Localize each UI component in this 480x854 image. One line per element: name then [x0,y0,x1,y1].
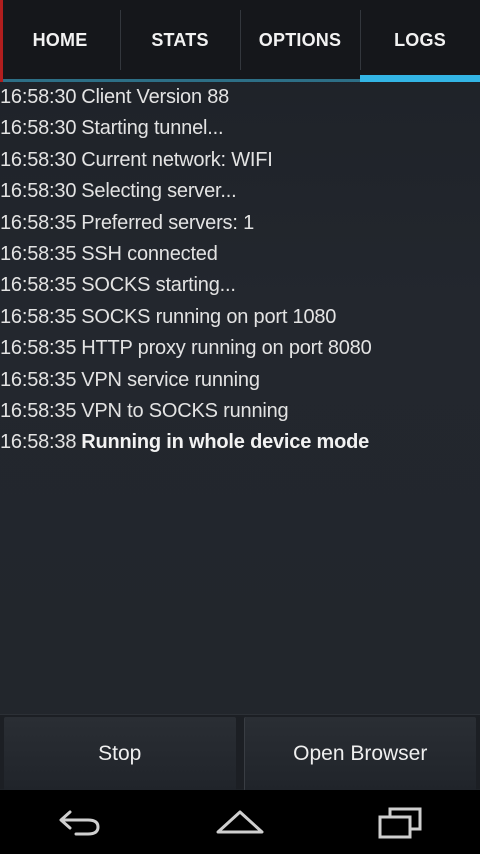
log-message: Selecting server... [81,180,237,203]
log-message: VPN to SOCKS running [81,399,289,422]
log-timestamp: 16:58:35 [0,337,77,360]
window-edge-accent [0,0,3,82]
app-screen: HOME STATS OPTIONS LOGS 16:58:30 Client V… [0,0,480,854]
back-icon[interactable] [50,802,110,842]
log-message: Running in whole device mode [81,431,370,454]
log-message: SSH connected [81,242,218,265]
log-timestamp: 16:58:35 [0,305,77,328]
tab-bar: HOME STATS OPTIONS LOGS [0,0,480,82]
tab-stats-label: STATS [151,30,209,50]
log-entry: 16:58:30 Selecting server... [0,176,480,207]
log-message: Client Version 88 [81,86,230,108]
log-timestamp: 16:58:30 [0,117,77,140]
log-timestamp: 16:58:35 [0,399,77,422]
log-entry: 16:58:35 HTTP proxy running on port 8080 [0,333,480,364]
log-timestamp: 16:58:35 [0,211,77,234]
log-message: HTTP proxy running on port 8080 [81,337,372,360]
action-button-bar: Stop Open Browser [0,714,480,791]
open-browser-button[interactable]: Open Browser [243,717,476,791]
tab-home-label: HOME [32,30,88,50]
log-list[interactable]: 16:58:30 Client Version 88 16:58:30 Starti… [0,82,480,459]
tab-logs-label: LOGS [394,30,446,50]
log-entry: 16:58:35 VPN service running [0,365,480,396]
tab-home[interactable]: HOME [0,0,120,82]
log-entry: 16:58:35 SOCKS starting... [0,270,480,301]
stop-button[interactable]: Stop [4,717,236,791]
log-timestamp: 16:58:30 [0,86,77,108]
log-timestamp: 16:58:35 [0,242,77,265]
log-timestamp: 16:58:30 [0,180,77,203]
log-message: SOCKS running on port 1080 [81,305,337,328]
log-entry: 16:58:35 SOCKS running on port 1080 [0,302,480,333]
log-message: VPN service running [81,368,260,391]
log-message: Current network: WIFI [81,148,273,171]
recents-icon[interactable] [370,802,430,842]
log-timestamp: 16:58:35 [0,274,77,297]
home-icon[interactable] [210,802,270,842]
log-entry: 16:58:30 Client Version 88 [0,82,480,113]
tab-stats[interactable]: STATS [120,0,240,82]
tab-logs[interactable]: LOGS [360,0,480,82]
log-timestamp: 16:58:35 [0,368,77,391]
tab-options[interactable]: OPTIONS [240,0,360,82]
log-entry: 16:58:30 Current network: WIFI [0,145,480,176]
log-message: SOCKS starting... [81,274,236,297]
tab-options-label: OPTIONS [258,30,342,50]
system-nav-bar [0,790,480,854]
log-entry: 16:58:35 Preferred servers: 1 [0,208,480,239]
tab-logs-indicator [360,75,480,82]
log-entry: 16:58:35 SSH connected [0,239,480,270]
log-entry: 16:58:30 Starting tunnel... [0,113,480,144]
log-message: Preferred servers: 1 [81,211,254,234]
log-timestamp: 16:58:38 [0,431,77,454]
log-entry: 16:58:38 Running in whole device mode [0,427,480,458]
log-message: Starting tunnel... [81,117,224,140]
log-entry: 16:58:35 VPN to SOCKS running [0,396,480,427]
log-timestamp: 16:58:30 [0,148,77,171]
